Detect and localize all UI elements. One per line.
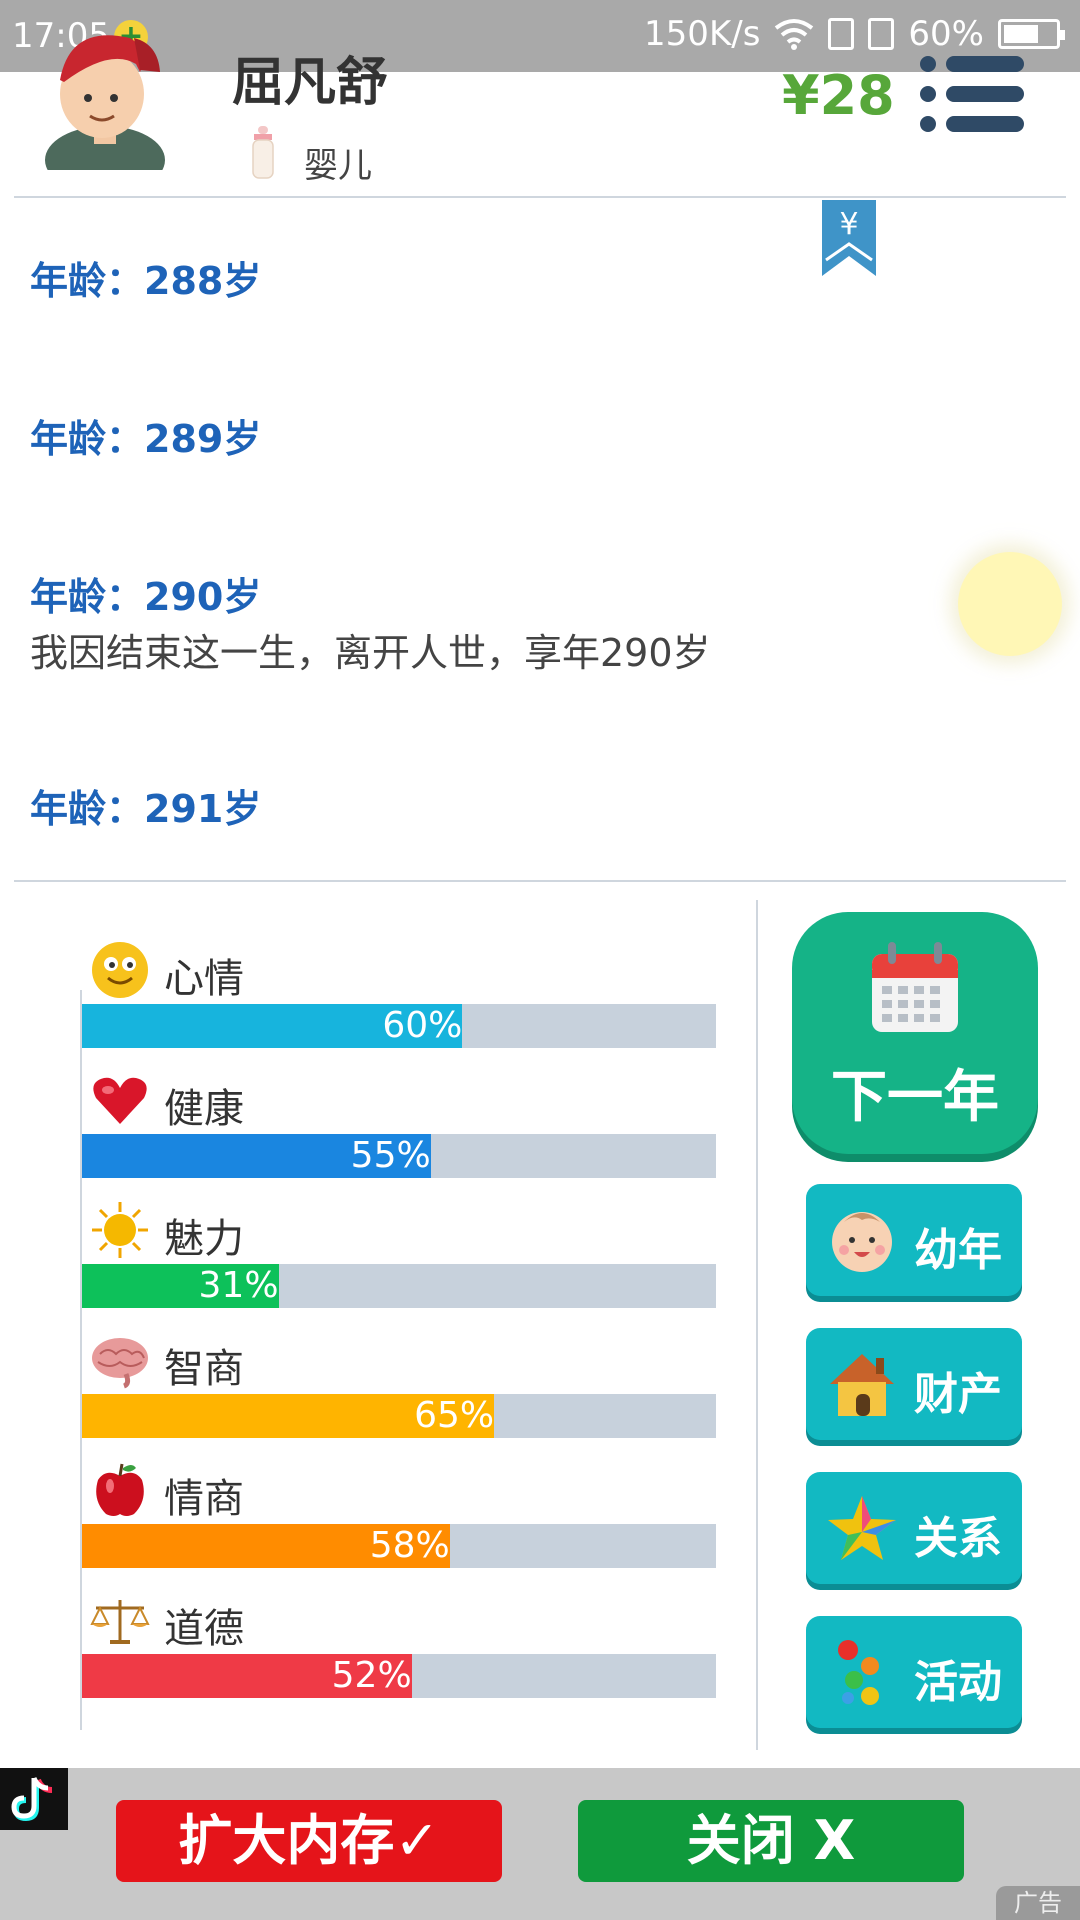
- stat-morality: 道德 52%: [80, 1590, 720, 1710]
- smiley-icon: [92, 942, 148, 998]
- sim1-icon: [828, 18, 855, 50]
- activities-button[interactable]: 活动: [806, 1616, 1022, 1728]
- close-ad-button[interactable]: 关闭 X: [578, 1800, 964, 1882]
- sun-icon: [92, 1202, 148, 1258]
- network-speed: 150K/s: [644, 14, 761, 54]
- stat-health: 健康 55%: [80, 1070, 720, 1190]
- stat-bar-fill: 55%: [82, 1134, 431, 1178]
- stat-bar: 55%: [82, 1134, 716, 1178]
- floating-sun-icon[interactable]: [958, 552, 1062, 656]
- stat-label: 健康: [164, 1086, 244, 1132]
- expand-memory-button[interactable]: 扩大内存✓: [116, 1800, 502, 1882]
- property-button[interactable]: 财产: [806, 1328, 1022, 1440]
- dots-icon: [838, 1640, 879, 1705]
- log-age: 年龄：290岁: [30, 575, 262, 619]
- property-label: 财产: [914, 1369, 1002, 1420]
- stat-percent: 55%: [350, 1135, 431, 1176]
- log-divider: [14, 880, 1066, 882]
- stat-bar: 58%: [82, 1524, 716, 1568]
- log-age: 年龄：291岁: [30, 787, 262, 831]
- stat-percent: 65%: [414, 1395, 495, 1436]
- brain-icon: [92, 1338, 148, 1389]
- stat-label: 魅力: [164, 1216, 244, 1262]
- relations-label: 关系: [914, 1513, 1002, 1564]
- house-icon: [830, 1354, 894, 1416]
- game-screen: 17:05 + 150K/s 60% 屈凡舒 婴儿 ¥28 ¥ 年龄：288岁 …: [0, 0, 1080, 1920]
- stat-mood: 心情 60%: [80, 940, 720, 1060]
- stat-bar: 65%: [82, 1394, 716, 1438]
- log-event: 我因结束这一生，离开人世，享年290岁: [30, 631, 711, 675]
- baby-face-icon: [832, 1212, 892, 1272]
- stat-bar-fill: 65%: [82, 1394, 495, 1438]
- ad-tag: 广告: [996, 1886, 1080, 1920]
- stat-label: 心情: [164, 956, 244, 1002]
- sim2-icon: [868, 18, 895, 50]
- activities-label: 活动: [914, 1657, 1002, 1708]
- baby-bottle-icon: [252, 126, 274, 179]
- log-age: 年龄：288岁: [30, 259, 262, 303]
- stat-bar-fill: 31%: [82, 1264, 279, 1308]
- money-amount: ¥28: [782, 64, 895, 127]
- relations-button[interactable]: 关系: [806, 1472, 1022, 1584]
- character-name: 屈凡舒: [232, 53, 389, 113]
- life-stage: 婴儿: [304, 146, 372, 186]
- star-icon: [828, 1496, 896, 1560]
- wifi-icon: [775, 19, 814, 50]
- stat-percent: 60%: [382, 1005, 463, 1046]
- stat-bar-fill: 52%: [82, 1654, 412, 1698]
- stat-bar: 52%: [82, 1654, 716, 1698]
- menu-icon[interactable]: [920, 56, 1024, 136]
- heart-icon: [93, 1077, 147, 1124]
- stat-percent: 58%: [369, 1525, 450, 1566]
- stat-percent: 52%: [331, 1655, 412, 1696]
- next-year-button[interactable]: 下一年: [792, 912, 1038, 1154]
- stat-percent: 31%: [198, 1265, 279, 1306]
- calendar-icon: [872, 942, 958, 1032]
- stat-iq: 智商 65%: [80, 1330, 720, 1450]
- scales-icon: [90, 1600, 150, 1644]
- stat-bar-fill: 58%: [82, 1524, 450, 1568]
- tiktok-icon[interactable]: [0, 1768, 68, 1830]
- avatar[interactable]: [40, 20, 170, 170]
- childhood-button[interactable]: 幼年: [806, 1184, 1022, 1296]
- stat-charm: 魅力 31%: [80, 1200, 720, 1320]
- stat-bar: 31%: [82, 1264, 716, 1308]
- next-year-label: 下一年: [831, 1065, 999, 1130]
- apple-icon: [96, 1463, 144, 1516]
- stat-bar-fill: 60%: [82, 1004, 463, 1048]
- panel-divider: [756, 900, 758, 1750]
- log-age: 年龄：289岁: [30, 417, 262, 461]
- life-log[interactable]: 年龄：288岁 年龄：289岁 年龄：290岁 我因结束这一生，离开人世，享年2…: [0, 198, 1080, 882]
- battery-percent: 60%: [908, 14, 984, 54]
- stat-label: 智商: [164, 1346, 244, 1392]
- stat-eq: 情商 58%: [80, 1460, 720, 1580]
- stat-bar: 60%: [82, 1004, 716, 1048]
- stat-label: 道德: [164, 1606, 244, 1652]
- childhood-label: 幼年: [914, 1225, 1002, 1276]
- battery-icon: [998, 19, 1065, 49]
- stat-label: 情商: [164, 1476, 244, 1522]
